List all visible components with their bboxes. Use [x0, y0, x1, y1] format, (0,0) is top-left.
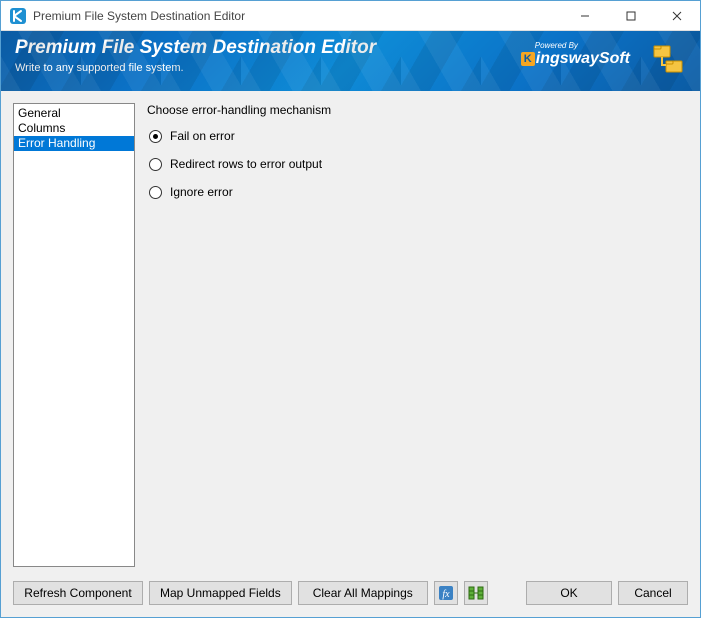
sidebar-item-error-handling[interactable]: Error Handling	[14, 136, 134, 151]
titlebar: Premium File System Destination Editor	[1, 1, 700, 31]
svg-text:fx: fx	[442, 589, 450, 600]
ok-button[interactable]: OK	[526, 581, 612, 605]
column-mapping-button[interactable]	[464, 581, 488, 605]
sidebar[interactable]: General Columns Error Handling	[13, 103, 135, 567]
body: General Columns Error Handling Choose er…	[1, 91, 700, 575]
expression-editor-button[interactable]: fx	[434, 581, 458, 605]
radio-icon	[149, 130, 162, 143]
radio-label: Fail on error	[170, 129, 235, 143]
window: Premium File System Destination Editor P…	[0, 0, 701, 618]
close-button[interactable]	[654, 1, 700, 31]
app-icon	[9, 7, 27, 25]
brand-logo: Powered By KingswaySoft	[521, 41, 630, 68]
minimize-button[interactable]	[562, 1, 608, 31]
radio-option-ignore-error[interactable]: Ignore error	[149, 185, 688, 199]
powered-by-label: Powered By	[535, 41, 630, 50]
refresh-component-button[interactable]: Refresh Component	[13, 581, 143, 605]
radio-option-fail-on-error[interactable]: Fail on error	[149, 129, 688, 143]
clear-all-mappings-button[interactable]: Clear All Mappings	[298, 581, 428, 605]
radio-label: Redirect rows to error output	[170, 157, 322, 171]
banner: Premium File System Destination Editor W…	[1, 31, 700, 91]
map-unmapped-fields-button[interactable]: Map Unmapped Fields	[149, 581, 292, 605]
radio-icon	[149, 186, 162, 199]
sidebar-item-general[interactable]: General	[14, 106, 134, 121]
folders-icon	[652, 43, 686, 80]
cancel-button[interactable]: Cancel	[618, 581, 688, 605]
radio-icon	[149, 158, 162, 171]
footer: Refresh Component Map Unmapped Fields Cl…	[1, 575, 700, 617]
brand-name: KingswaySoft	[521, 50, 630, 68]
window-title: Premium File System Destination Editor	[33, 9, 245, 23]
radio-option-redirect-rows[interactable]: Redirect rows to error output	[149, 157, 688, 171]
radio-label: Ignore error	[170, 185, 233, 199]
content-panel: Choose error-handling mechanism Fail on …	[147, 103, 688, 567]
group-label: Choose error-handling mechanism	[147, 103, 688, 117]
maximize-button[interactable]	[608, 1, 654, 31]
sidebar-item-columns[interactable]: Columns	[14, 121, 134, 136]
